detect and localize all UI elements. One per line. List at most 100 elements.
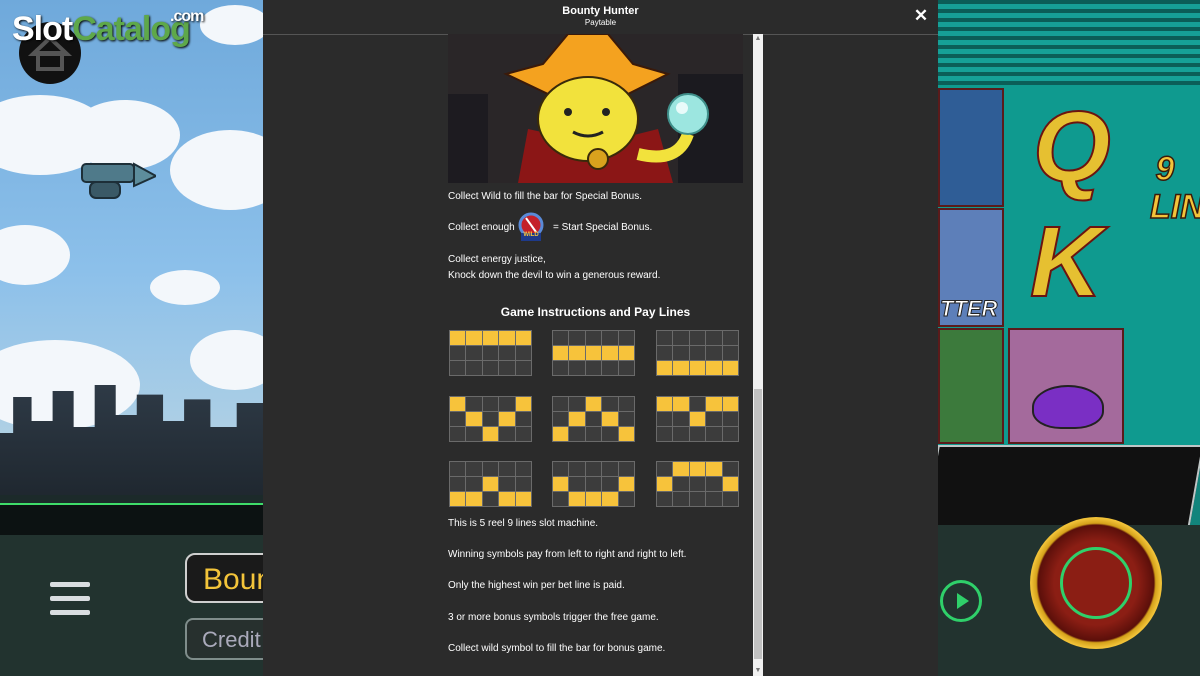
payline-cell-active xyxy=(657,397,673,411)
payline-cell xyxy=(553,492,569,506)
payline-cell xyxy=(706,492,722,506)
payline-cell xyxy=(515,427,531,441)
ground-stripe xyxy=(0,503,263,537)
rule-text: Collect wild symbol to fill the bar for … xyxy=(448,643,666,654)
payline-cell-active xyxy=(569,492,585,506)
payline-cell xyxy=(689,492,706,506)
start-special-bonus-label: = Start Special Bonus. xyxy=(553,222,653,233)
payline-cell xyxy=(657,412,673,426)
win-panel xyxy=(923,445,1200,529)
payline-cell-active xyxy=(673,462,689,476)
payline-cell xyxy=(450,462,466,476)
payline-cell-active xyxy=(602,492,618,506)
payline-cell-active xyxy=(689,361,706,375)
menu-icon-bar xyxy=(50,596,90,601)
cloud xyxy=(200,5,263,45)
payline-cell-active xyxy=(689,462,706,476)
close-button[interactable]: ✕ xyxy=(913,6,929,26)
game-name-display: Bounty Hunter xyxy=(185,553,263,603)
payline-cell-active xyxy=(585,492,602,506)
scroll-up-icon[interactable]: ▲ xyxy=(753,34,763,44)
spin-button[interactable] xyxy=(1030,517,1162,649)
payline-cell xyxy=(569,331,585,345)
payline-cell xyxy=(673,492,689,506)
payline-cell xyxy=(515,477,531,491)
payline-cell xyxy=(689,477,706,491)
payline-cell-active xyxy=(553,427,569,441)
payline-cell xyxy=(618,397,634,411)
payline-cell-active xyxy=(569,346,585,360)
wild-info-line: Collect Wild to fill the bar for Special… xyxy=(448,191,642,202)
payline-cell xyxy=(466,397,482,411)
payline-cell-active xyxy=(657,361,673,375)
payline-cell xyxy=(515,346,531,360)
payline-cell-active xyxy=(499,492,515,506)
payline-cell-active xyxy=(466,412,482,426)
payline-cell xyxy=(722,346,738,360)
payline-cell xyxy=(515,462,531,476)
payline-cell xyxy=(706,346,722,360)
payline-cell xyxy=(657,492,673,506)
payline-cell-active xyxy=(618,477,634,491)
payline-cell xyxy=(722,462,738,476)
payline-9 xyxy=(656,461,739,507)
payline-cell-active xyxy=(706,397,722,411)
payline-cell xyxy=(499,462,515,476)
payline-cell xyxy=(722,427,738,441)
payline-cell xyxy=(553,361,569,375)
payline-cell xyxy=(450,412,466,426)
payline-cell-active xyxy=(657,477,673,491)
scroll-down-icon[interactable]: ▼ xyxy=(753,666,763,676)
cloud xyxy=(150,270,220,305)
payline-cell-active xyxy=(499,412,515,426)
scrollbar[interactable]: ▲ ▼ xyxy=(753,34,763,676)
menu-button[interactable] xyxy=(50,582,90,618)
scrollbar-thumb[interactable] xyxy=(754,389,762,659)
payline-cell xyxy=(585,427,602,441)
payline-cell xyxy=(450,427,466,441)
menu-icon-bar xyxy=(50,610,90,615)
payline-cell xyxy=(585,462,602,476)
payline-cell xyxy=(482,346,499,360)
payline-cell-active xyxy=(466,331,482,345)
payline-cell-active xyxy=(706,462,722,476)
payline-cell xyxy=(450,477,466,491)
payline-cell xyxy=(482,412,499,426)
payline-cell xyxy=(689,427,706,441)
payline-cell xyxy=(673,427,689,441)
symbol-tile xyxy=(938,88,1004,207)
reel-letter-q: Q xyxy=(1032,90,1112,204)
payline-cell xyxy=(618,331,634,345)
payline-cell xyxy=(602,361,618,375)
payline-cell-active xyxy=(722,397,738,411)
payline-cell xyxy=(618,412,634,426)
payline-cell xyxy=(499,477,515,491)
payline-cell xyxy=(722,492,738,506)
payline-7 xyxy=(449,461,532,507)
payline-cell-active xyxy=(618,346,634,360)
payline-cell xyxy=(482,397,499,411)
payline-cell-active xyxy=(602,412,618,426)
payline-cell xyxy=(689,331,706,345)
payline-cell xyxy=(602,331,618,345)
payline-cell xyxy=(722,331,738,345)
payline-cell-active xyxy=(515,331,531,345)
payline-2 xyxy=(552,330,635,376)
payline-cell xyxy=(673,331,689,345)
payline-cell xyxy=(450,346,466,360)
payline-cell xyxy=(499,397,515,411)
autoplay-button[interactable] xyxy=(940,580,982,622)
knock-down-line: Knock down the devil to win a generous r… xyxy=(448,270,661,281)
payline-cell xyxy=(482,462,499,476)
paytable-modal: Bounty Hunter Paytable ✕ Collect Wild to… xyxy=(263,0,938,676)
payline-cell xyxy=(706,412,722,426)
collect-enough-label: Collect enough xyxy=(448,222,515,233)
payline-cell xyxy=(499,427,515,441)
payline-cell xyxy=(569,397,585,411)
payline-cell xyxy=(673,477,689,491)
payline-cell-active xyxy=(482,477,499,491)
payline-cell-active xyxy=(553,477,569,491)
payline-cell xyxy=(618,462,634,476)
payline-cell xyxy=(569,427,585,441)
rule-text: Only the highest win per bet line is pai… xyxy=(448,580,625,591)
